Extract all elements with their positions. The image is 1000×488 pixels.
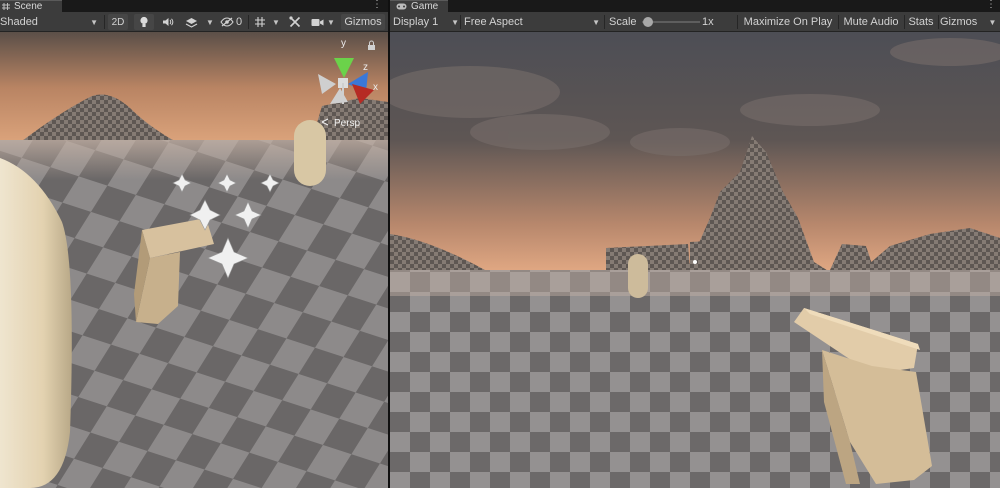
scale-slider[interactable] [642,14,700,30]
toolbar-divider [248,15,249,29]
hidden-objects-toggle[interactable]: 0 [220,14,248,30]
scale-slider-track [642,17,700,27]
display-dropdown[interactable]: Display 1 ▼ [393,14,459,30]
camera-dropdown-button[interactable]: ▼ [326,14,336,30]
stats-label: Stats [908,16,934,28]
gizmo-x-label: x [373,82,378,93]
scene-gizmos-button[interactable]: Gizmos [341,14,385,30]
grid-dropdown-button[interactable]: ▼ [270,14,282,30]
scene-render: y z x Persp [0,32,388,488]
game-gizmos-label: Gizmos [940,16,978,28]
maximize-on-play-label: Maximize On Play [743,16,833,28]
light-bulb-icon [139,16,149,28]
kebab-menu-icon[interactable]: ⋮ [372,0,382,10]
audio-toggle-button[interactable] [160,14,176,30]
speaker-icon [162,17,174,27]
mute-audio-label: Mute Audio [843,16,899,28]
kebab-menu-icon[interactable]: ⋮ [986,0,996,10]
scale-value: 1x [702,16,714,28]
tab-scene-label: Scene [14,1,43,12]
game-toolbar: Display 1 ▼ Free Aspect ▼ Scale 1x Maxim… [390,12,1000,32]
chevron-down-icon: ▼ [451,17,459,27]
grid-hash-icon [2,3,10,10]
game-horizon-fog [390,270,1000,296]
toolbar-divider [104,15,105,29]
aspect-label: Free Aspect [464,16,523,28]
scale-label: Scale [609,16,637,28]
grid-snap-button[interactable] [252,14,268,30]
scale-value-text: 1x [702,14,724,30]
tab-scene[interactable]: Scene [0,0,62,12]
scene-toolbar: Shaded ▼ 2D ▼ 0 ▼ ▼ Gizmos [0,12,388,32]
mute-audio-button[interactable]: Mute Audio [840,14,902,30]
gamepad-icon [396,3,407,10]
scale-slider-thumb[interactable] [642,17,653,27]
toolbar-divider [838,15,839,29]
chevron-down-icon: ▼ [592,17,600,27]
shading-mode-label: Shaded [0,16,38,28]
scene-viewport[interactable]: y z x Persp [0,32,388,488]
chevron-down-icon: ▼ [272,17,280,27]
enemy-capsule [628,254,648,298]
projection-label[interactable]: Persp [334,118,361,129]
2d-mode-button[interactable]: 2D [108,14,128,30]
effects-layers-icon [185,17,198,28]
toolbar-divider [938,15,939,29]
scale-label-text: Scale [609,14,639,30]
camera-icon [311,18,324,27]
camera-settings-button[interactable] [309,14,325,30]
grid-snap-icon [254,16,266,28]
game-gizmos-button[interactable]: Gizmos [940,14,986,30]
game-tab-bar: Game ⋮ [390,0,1000,12]
tools-button[interactable] [287,14,303,30]
gizmo-z-label: z [363,62,368,73]
enemy-capsule [294,120,326,186]
chevron-down-icon: ▼ [206,17,214,27]
gizmo-y-label: y [341,38,346,49]
toolbar-divider [737,15,738,29]
chevron-down-icon: ▼ [988,17,997,27]
crosshair-dot [693,260,697,264]
tab-game-label: Game [411,1,439,12]
shading-mode-dropdown[interactable]: Shaded ▼ [0,14,100,30]
effects-dropdown-button[interactable]: ▼ [204,14,216,30]
display-label: Display 1 [393,16,439,28]
scene-view-panel: Scene ⋮ Shaded ▼ 2D ▼ 0 ▼ ▼ Gizmos y z x… [0,0,388,488]
toolbar-divider [904,15,905,29]
maximize-on-play-button[interactable]: Maximize On Play [740,14,836,30]
2d-mode-label: 2D [111,16,125,28]
hidden-count: 0 [236,16,243,28]
scene-gizmos-label: Gizmos [344,16,382,28]
stats-button[interactable]: Stats [906,14,936,30]
eye-slash-icon [220,17,234,27]
aspect-dropdown[interactable]: Free Aspect ▼ [464,14,602,30]
chevron-down-icon: ▼ [327,17,335,27]
game-viewport[interactable] [390,32,1000,488]
lighting-toggle-button[interactable] [134,14,154,30]
scene-tab-bar: Scene ⋮ [0,0,388,12]
tab-game[interactable]: Game [390,0,448,12]
game-gizmos-dropdown[interactable]: ▼ [987,14,998,30]
scene-horizon-fog [0,140,388,180]
wrench-tools-icon [289,16,301,28]
game-render [390,32,1000,488]
toolbar-divider [460,15,461,29]
chevron-down-icon: ▼ [90,17,98,27]
effects-toggle-button[interactable] [182,14,200,30]
toolbar-divider [604,15,605,29]
mountain-base [690,236,810,272]
game-view-panel: Game ⋮ Display 1 ▼ Free Aspect ▼ Scale 1… [390,0,1000,488]
